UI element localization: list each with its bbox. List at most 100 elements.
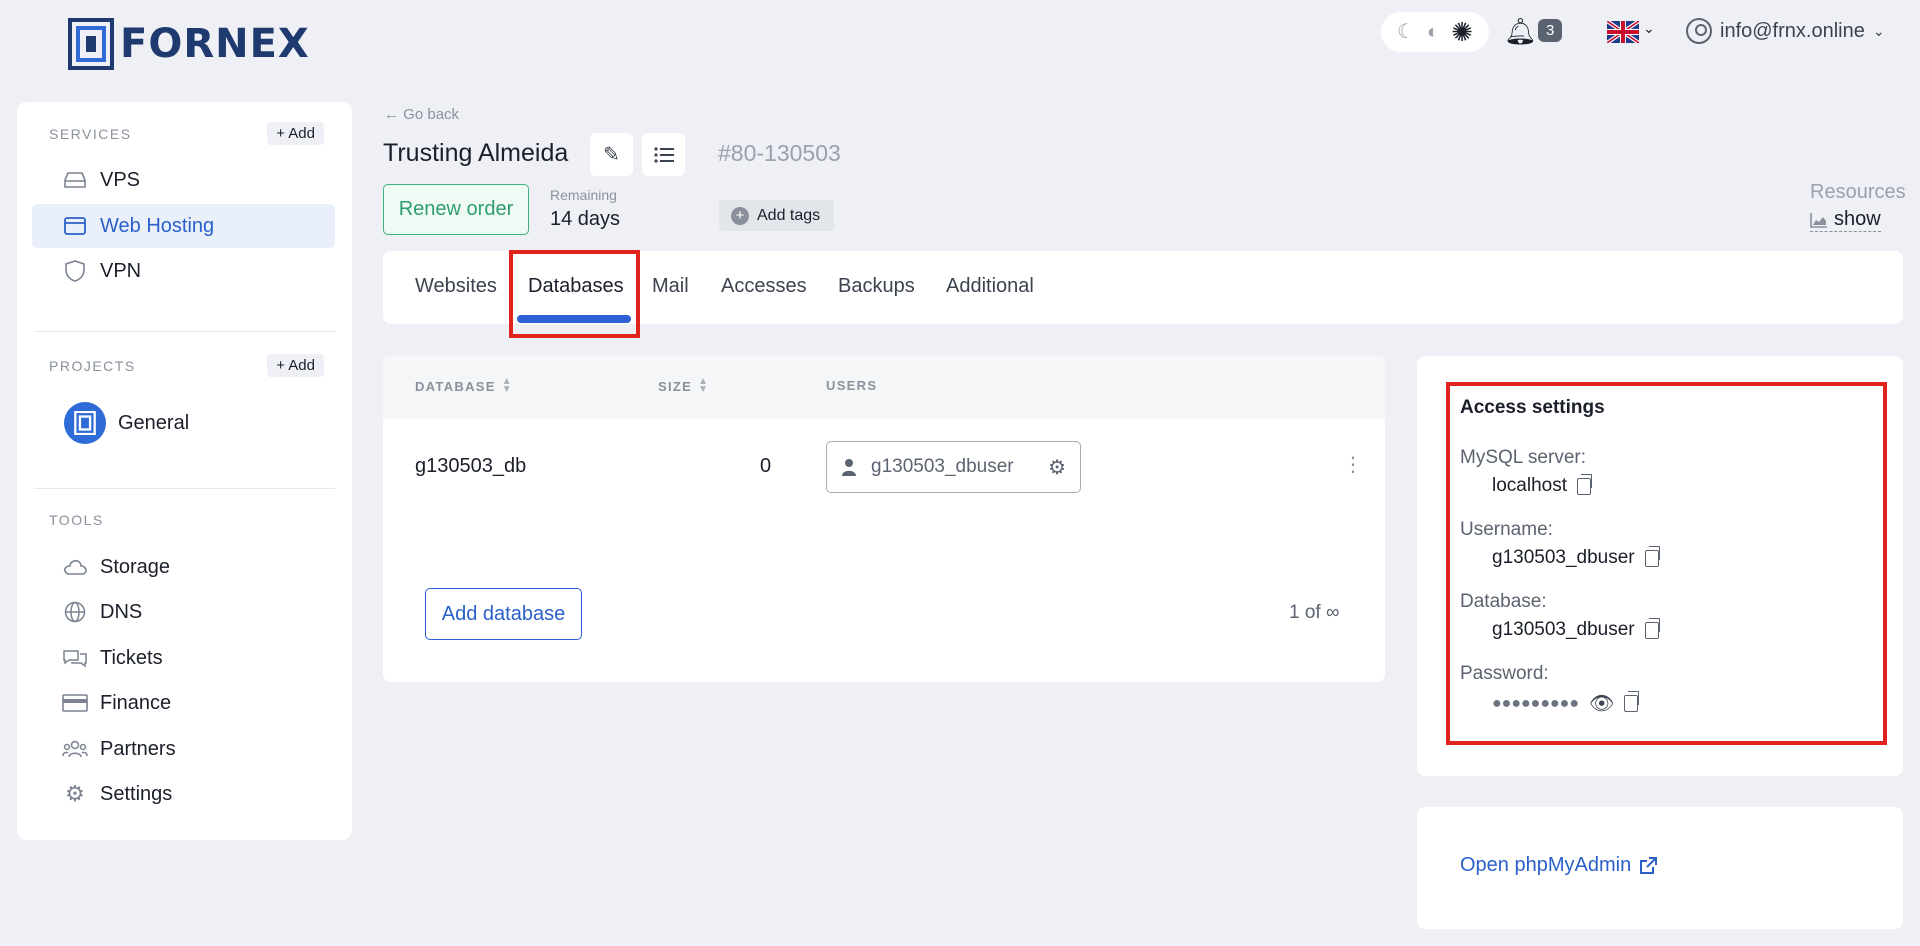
plus-circle-icon: + <box>731 206 749 225</box>
database-label: Database: <box>1460 591 1547 612</box>
card-icon <box>62 692 88 714</box>
databases-card: DATABASE ▲ ▼ SIZE ▲ ▼ USERS g130503_db 0 g… <box>383 355 1385 682</box>
add-tags-label: Add tags <box>757 206 821 224</box>
copy-icon[interactable] <box>1577 473 1592 495</box>
sidebar-item-vps[interactable]: VPS <box>32 158 335 202</box>
add-database-button[interactable]: Add database <box>425 588 582 640</box>
chevron-down-icon: ⌄ <box>1872 22 1885 39</box>
project-avatar <box>64 402 106 444</box>
shield-icon <box>62 260 88 282</box>
chevron-down-icon[interactable]: ⌄ <box>1643 20 1655 37</box>
sidebar-item-vpn[interactable]: VPN <box>32 249 335 293</box>
sidebar: SERVICES + Add VPS Web Hosting VPN PROJE… <box>17 102 352 840</box>
tools-title: TOOLS <box>49 512 104 528</box>
theme-switch[interactable]: ☾ ◐ ✺ <box>1381 12 1489 52</box>
go-back-label: Go back <box>403 106 460 123</box>
database-name: g130503_db <box>415 455 527 477</box>
tab-additional[interactable]: Additional <box>946 275 1034 298</box>
column-header-database[interactable]: DATABASE ▲ ▼ <box>415 376 513 395</box>
bell-icon[interactable]: 🔔︎ <box>1504 16 1537 47</box>
user-menu[interactable]: info@frnx.online ⌄ <box>1686 18 1885 44</box>
resources-show-label: show <box>1834 208 1881 230</box>
column-header-size[interactable]: SIZE ▲ ▼ <box>658 377 709 395</box>
sun-icon[interactable]: ✺ <box>1451 19 1473 45</box>
sidebar-item-general[interactable]: General <box>32 398 335 448</box>
arrow-left-icon: ← <box>384 106 399 123</box>
edit-button[interactable]: ✎ <box>590 133 633 176</box>
database-text: g130503_dbuser <box>1492 619 1635 640</box>
sidebar-item-web-hosting[interactable]: Web Hosting <box>32 204 335 248</box>
add-project-button[interactable]: + Add <box>267 354 324 377</box>
projects-title: PROJECTS <box>49 357 136 374</box>
users-icon <box>62 738 88 760</box>
resources-label: Resources <box>1810 181 1906 203</box>
area-chart-icon <box>1810 212 1827 228</box>
sidebar-item-storage[interactable]: Storage <box>32 545 335 589</box>
column-label: SIZE <box>658 378 693 394</box>
divider <box>34 488 335 489</box>
sidebar-item-label: DNS <box>100 600 143 623</box>
hash-icon: # <box>718 140 731 166</box>
sidebar-item-settings[interactable]: ⚙ Settings <box>32 772 335 816</box>
pencil-icon: ✎ <box>603 144 620 166</box>
sidebar-item-label: VPN <box>100 259 142 282</box>
tab-accesses[interactable]: Accesses <box>721 275 807 298</box>
sidebar-item-dns[interactable]: DNS <box>32 590 335 634</box>
list-button[interactable] <box>642 133 685 176</box>
sidebar-item-partners[interactable]: Partners <box>32 727 335 771</box>
database-value: g130503_dbuser <box>1492 617 1660 641</box>
tab-backups[interactable]: Backups <box>838 275 915 298</box>
renew-order-button[interactable]: Renew order <box>383 184 529 235</box>
go-back-link[interactable]: ← Go back <box>384 106 459 123</box>
sort-icon: ▲ ▼ <box>501 376 513 395</box>
gear-icon[interactable]: ⚙ <box>1048 455 1066 480</box>
external-link-icon <box>1640 856 1658 874</box>
page-title: Trusting Almeida <box>383 139 569 167</box>
services-section-header: SERVICES + Add <box>49 122 324 145</box>
username-value: g130503_dbuser <box>1492 545 1660 569</box>
column-header-users: USERS <box>826 378 877 393</box>
tools-section-header: TOOLS <box>49 512 324 528</box>
order-id-value: 80-130503 <box>730 140 841 166</box>
sidebar-item-label: Web Hosting <box>100 214 215 237</box>
services-title: SERVICES <box>49 125 132 142</box>
access-settings-title: Access settings <box>1460 397 1605 418</box>
eye-icon[interactable]: 👁︎ <box>1589 691 1614 716</box>
sidebar-item-finance[interactable]: Finance <box>32 681 335 725</box>
globe-icon <box>62 601 88 623</box>
list-icon <box>653 146 674 163</box>
column-label: DATABASE <box>415 378 496 394</box>
mysql-server-text: localhost <box>1492 475 1567 496</box>
sidebar-item-label: Settings <box>100 782 173 805</box>
mysql-server-value: localhost <box>1492 473 1592 497</box>
user-icon <box>842 459 856 476</box>
tab-mail[interactable]: Mail <box>652 275 689 298</box>
sidebar-item-label: Tickets <box>100 646 163 669</box>
server-icon <box>62 169 88 191</box>
brand-logo[interactable]: FORNEX <box>68 18 310 70</box>
copy-icon[interactable] <box>1644 545 1660 567</box>
resources-show-link[interactable]: show <box>1810 208 1881 232</box>
password-masked: ●●●●●●●●● <box>1492 694 1579 712</box>
remaining-value: 14 days <box>550 208 621 230</box>
uk-flag-icon[interactable] <box>1607 21 1639 43</box>
auto-theme-icon[interactable]: ◐ <box>1427 22 1439 42</box>
add-tags-button[interactable]: + Add tags <box>719 200 835 231</box>
fornex-logo-icon <box>68 18 114 70</box>
sidebar-item-label: General <box>118 411 190 434</box>
copy-icon[interactable] <box>1644 617 1660 639</box>
moon-icon[interactable]: ☾ <box>1397 22 1415 42</box>
mysql-server-label: MySQL server: <box>1460 447 1586 468</box>
sidebar-item-tickets[interactable]: Tickets <box>32 636 335 680</box>
copy-icon[interactable] <box>1624 691 1640 712</box>
password-value: ●●●●●●●●● 👁︎ <box>1492 691 1640 716</box>
tab-websites[interactable]: Websites <box>415 275 497 298</box>
database-user-chip[interactable]: g130503_dbuser ⚙ <box>826 441 1081 493</box>
pagination-info: 1 of ∞ <box>1289 602 1340 623</box>
notifications-badge[interactable]: 3 <box>1538 19 1563 42</box>
open-phpmyadmin-link[interactable]: Open phpMyAdmin <box>1460 854 1658 877</box>
order-id: #80-130503 <box>718 140 841 167</box>
row-menu-icon[interactable]: ⋮ <box>1343 455 1363 475</box>
username-label: Username: <box>1460 519 1553 540</box>
add-service-button[interactable]: + Add <box>267 122 324 145</box>
